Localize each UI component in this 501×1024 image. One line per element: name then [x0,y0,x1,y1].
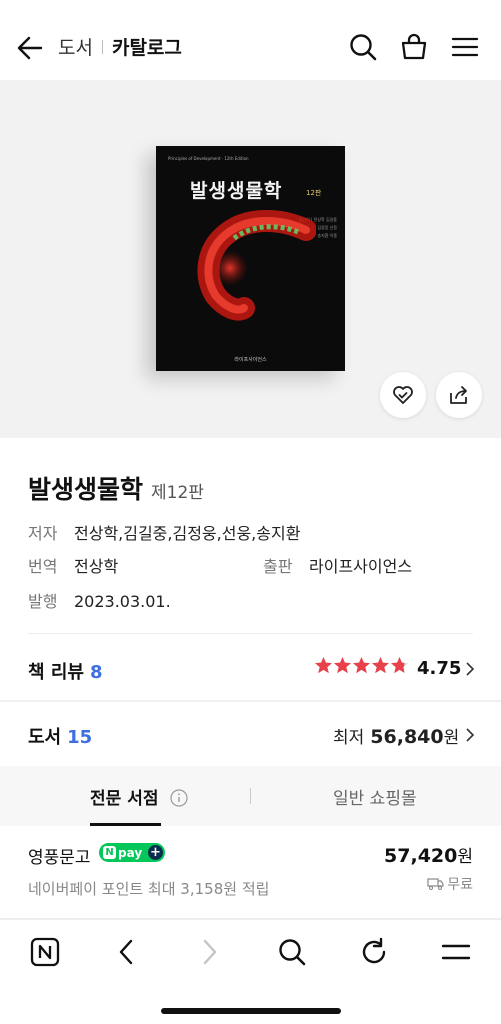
forward-icon[interactable] [194,937,224,967]
npay-badge: Npay + [99,843,165,862]
top-header: 도서 카탈로그 [0,0,501,80]
plus-icon: + [148,845,163,860]
store-summary-row[interactable]: 도서 15 최저 56,840원 [0,702,501,766]
star-icon [391,657,408,674]
shipping-label: 무료 [447,877,473,893]
store-label-group: 도서 15 [28,723,92,749]
review-count: 8 [89,662,103,683]
publisher-row: 출판 라이프사이언스 [263,553,412,577]
chevron-right-icon [466,662,475,676]
shipping-info: 무료 [427,874,473,894]
translator-value[interactable]: 전상학 [74,557,118,576]
review-label: 책 리뷰 [28,662,84,683]
reload-icon[interactable] [359,937,389,967]
lowest-label: 최저 [333,728,365,748]
date-label: 발행 [28,592,58,611]
star-rating [314,656,409,675]
heart-check-icon [393,386,413,404]
share-button[interactable] [436,372,482,418]
point-note: 네이버페이 포인트 최대 3,158원 적립 [28,880,270,898]
store-label: 도서 [28,727,62,748]
book-title: 발생생물학 [28,475,144,504]
cover-publisher: 라이프사이언스 [234,357,267,363]
search-icon[interactable] [348,32,378,62]
store-count: 15 [67,727,93,748]
lowest-price: 56,840 [370,726,444,748]
star-icon [372,657,389,674]
naver-n-icon[interactable] [30,937,60,967]
star-icon [334,657,351,674]
npay-n-icon: N [103,846,116,859]
book-title-row: 발생생물학 제12판 [28,470,204,506]
seller-price: 57,420원 [384,845,473,867]
book-cover-image[interactable]: Principles of Development · 12th Edition… [156,146,345,371]
author-label: 저자 [28,524,58,543]
publisher-label: 출판 [263,557,293,576]
info-icon[interactable] [170,789,189,807]
like-button[interactable] [380,372,426,418]
date-row: 발행 2023.03.01. [28,588,171,612]
home-indicator[interactable] [161,1008,341,1014]
breadcrumb: 도서 카탈로그 [58,33,182,60]
tab-separator [250,788,251,804]
review-label-group: 책 리뷰 8 [28,658,102,684]
star-icon [353,657,370,674]
author-value[interactable]: 전상학,김길중,김정웅,선웅,송지환 [74,524,300,543]
lowest-currency: 원 [443,728,460,748]
seller-item[interactable]: 영풍문고 Npay + 57,420원 네이버페이 포인트 최대 3,158원 … [0,826,501,918]
cover-edition: 12판 [306,189,322,197]
author-row: 저자 전상학,김길중,김정웅,선웅,송지환 [28,520,300,544]
breadcrumb-separator [101,39,103,54]
review-summary-row[interactable]: 책 리뷰 8 4.75 [0,634,501,700]
translator-row: 번역 전상학 [28,553,118,577]
truck-icon [427,878,444,890]
cover-subtitle: Principles of Development · 12th Edition [168,156,249,161]
breadcrumb-root[interactable]: 도서 [58,33,93,60]
date-value: 2023.03.01. [74,592,171,611]
search-icon[interactable] [277,937,307,967]
book-edition: 제12판 [151,483,204,503]
browser-bottom-bar [0,920,501,1024]
seller-name: 영풍문고 [28,848,91,868]
menu-icon[interactable] [450,32,480,62]
menu-icon[interactable] [441,937,471,967]
breadcrumb-current: 카탈로그 [111,37,182,59]
store-type-tabs: 전문 서점 일반 쇼핑몰 [0,766,501,826]
cart-icon[interactable] [399,32,429,62]
tab-general-shopping[interactable]: 일반 쇼핑몰 [333,784,417,809]
chevron-right-icon [466,728,475,742]
rating-value: 4.75 [417,658,462,679]
translator-label: 번역 [28,557,58,576]
back-icon[interactable] [112,937,142,967]
cover-title: 발생생물학 [190,180,283,202]
npay-label: pay [118,845,143,860]
embryo-illustration [197,210,316,321]
back-arrow-icon[interactable] [16,34,44,62]
share-icon [450,386,467,404]
publisher-value[interactable]: 라이프사이언스 [309,557,412,576]
book-cover-area: Principles of Development · 12th Edition… [0,80,501,438]
tab-professional-stores[interactable]: 전문 서점 [90,784,189,809]
lowest-price-group: 최저 56,840원 [333,723,459,748]
star-icon [315,657,332,674]
